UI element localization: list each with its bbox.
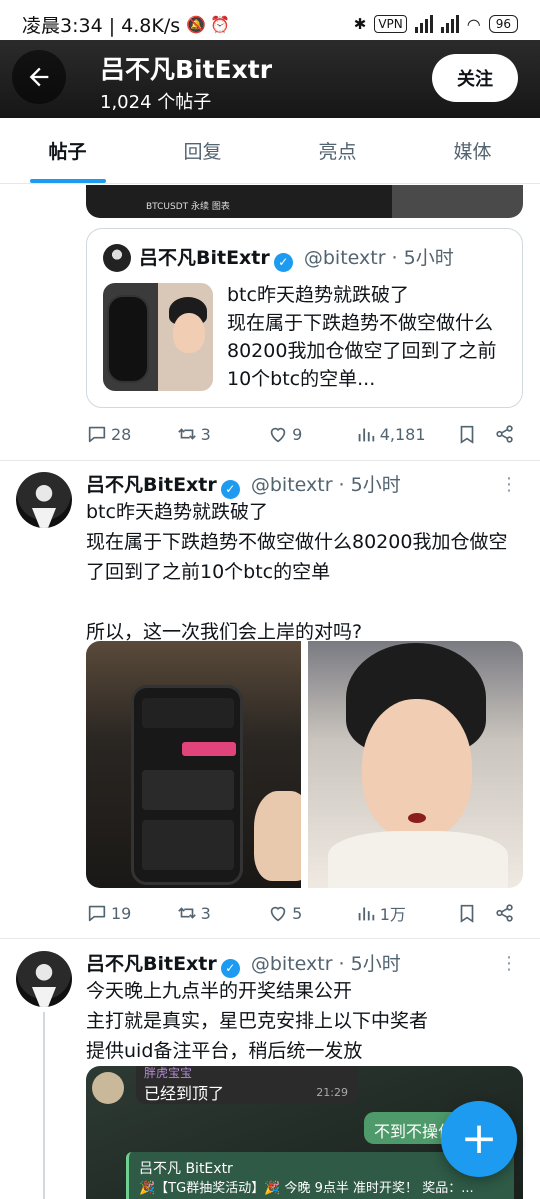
chat-sender-avatar [92,1072,124,1104]
post-2-text: btc昨天趋势就跌破了 现在属于下跌趋势不做空做什么80200我加仓做空了回到了… [86,501,508,643]
like-button[interactable]: 9 [267,423,355,445]
heart-icon [270,427,286,443]
comment-icon [88,905,106,922]
like-button[interactable]: 5 [267,902,355,924]
view-count: 4,181 [379,424,426,444]
retweet-button[interactable]: 3 [176,423,268,445]
share-icon [496,904,513,922]
battery-icon: 96 [488,15,518,33]
back-button[interactable] [12,50,66,104]
signal-icon-2 [440,15,459,33]
view-count: 1万 [379,905,406,924]
views-button[interactable]: 1万 [355,901,457,925]
mute-bell-icon: 🔕 [186,14,207,34]
reply-button[interactable]: 28 [86,423,176,445]
chat-card-text: 🎉【TG群抽奖活动】🎉 今晚 9点半 准时开奖！ 奖品：... [139,1181,474,1196]
post-3-text: 今天晚上九点半的开奖结果公开 主打就是真实，星巴克安排上以下中奖者 提供uid备… [86,980,429,1062]
profile-tabs: 帖子 回复 亮点 媒体 [0,118,540,184]
profile-header: 吕不凡BitExtr 1,024 个帖子 关注 [0,40,540,118]
quote-tweet[interactable]: 吕不凡BitExtr ✓ @bitextr · 5小时 btc昨天趋势就跌破了 现… [86,228,523,408]
quote-text: btc昨天趋势就跌破了 现在属于下跌趋势不做空做什么80200我加仓做空了回到了… [227,284,497,390]
comment-icon [88,426,106,443]
quote-thumbnail [103,283,213,391]
bluetooth-icon: ✱ [353,15,367,33]
retweet-count: 3 [200,424,211,444]
image-caption: BTCUSDT 永续 图表 [146,202,230,212]
arrow-left-icon [29,67,49,87]
thread-line [43,1012,45,1199]
follow-button[interactable]: 关注 [432,54,518,102]
reply-count: 28 [111,424,132,444]
post-count: 1,024 个帖子 [100,92,212,113]
retweet-count: 3 [200,903,211,923]
post-1-image[interactable]: BTCUSDT 永续 图表 [86,185,523,218]
post-2-image-2[interactable] [308,641,523,888]
post-2-actions: 19 3 5 1万 [86,899,516,927]
like-count: 5 [292,903,303,923]
quote-avatar [103,244,131,272]
divider [0,460,540,461]
tab-media[interactable]: 媒体 [405,118,540,183]
bookmark-icon [460,425,474,444]
bar-chart-icon [358,907,374,921]
chat-card-name: 吕不凡 BitExtr [139,1161,233,1177]
signal-icon [414,15,433,33]
bookmark-button[interactable] [456,423,494,445]
author-name[interactable]: 吕不凡BitExtr [86,953,217,975]
post-1-actions: 28 3 9 4,181 [86,420,516,448]
bookmark-icon [460,904,474,923]
chat-bubble-left: 胖虎宝宝 已经到顶了 21:29 [136,1066,358,1104]
retweet-icon [177,428,196,440]
reply-button[interactable]: 19 [86,902,176,924]
verified-badge-icon: ✓ [273,253,293,272]
divider [0,938,540,939]
views-button[interactable]: 4,181 [355,423,457,445]
more-options-icon[interactable]: ⋮ [500,474,518,495]
alarm-icon: ⏰ [210,14,230,34]
quote-author-name: 吕不凡BitExtr [139,247,270,269]
like-count: 9 [292,424,303,444]
handle-time: @bitextr · 5小时 [250,474,401,496]
more-options-icon[interactable]: ⋮ [500,953,518,974]
share-button[interactable] [494,423,516,445]
share-icon [496,425,513,443]
quote-handle-time: @bitextr · 5小时 [303,247,454,269]
wifi-icon: ◠ [466,14,481,34]
bar-chart-icon [358,428,374,442]
avatar[interactable] [16,472,72,528]
post-2-image-1[interactable] [86,641,301,888]
plus-icon: + [460,1113,498,1164]
post-3-header: 吕不凡BitExtr ✓ @bitextr · 5小时 [86,949,401,978]
status-time-speed: 凌晨3:34 | 4.8K/s [22,14,181,37]
compose-button[interactable]: + [441,1101,517,1177]
heart-icon [270,906,286,922]
avatar[interactable] [16,951,72,1007]
tab-posts[interactable]: 帖子 [0,118,135,183]
chat-msg: 已经到顶了 [144,1084,225,1103]
chat-time: 21:29 [316,1086,348,1099]
post-2-header: 吕不凡BitExtr ✓ @bitextr · 5小时 [86,470,401,499]
header-name: 吕不凡BitExtr [100,55,273,84]
vpn-badge: VPN [374,15,407,33]
bookmark-button[interactable] [456,902,494,924]
retweet-button[interactable]: 3 [176,902,268,924]
reply-count: 19 [111,903,132,923]
tab-replies[interactable]: 回复 [135,118,270,183]
retweet-icon [177,907,196,919]
chat-sender: 胖虎宝宝 [144,1066,193,1080]
handle-time: @bitextr · 5小时 [250,953,401,975]
author-name[interactable]: 吕不凡BitExtr [86,474,217,496]
quote-header: 吕不凡BitExtr ✓ @bitextr · 5小时 [139,243,454,272]
tab-highlights[interactable]: 亮点 [270,118,405,183]
share-button[interactable] [494,902,516,924]
